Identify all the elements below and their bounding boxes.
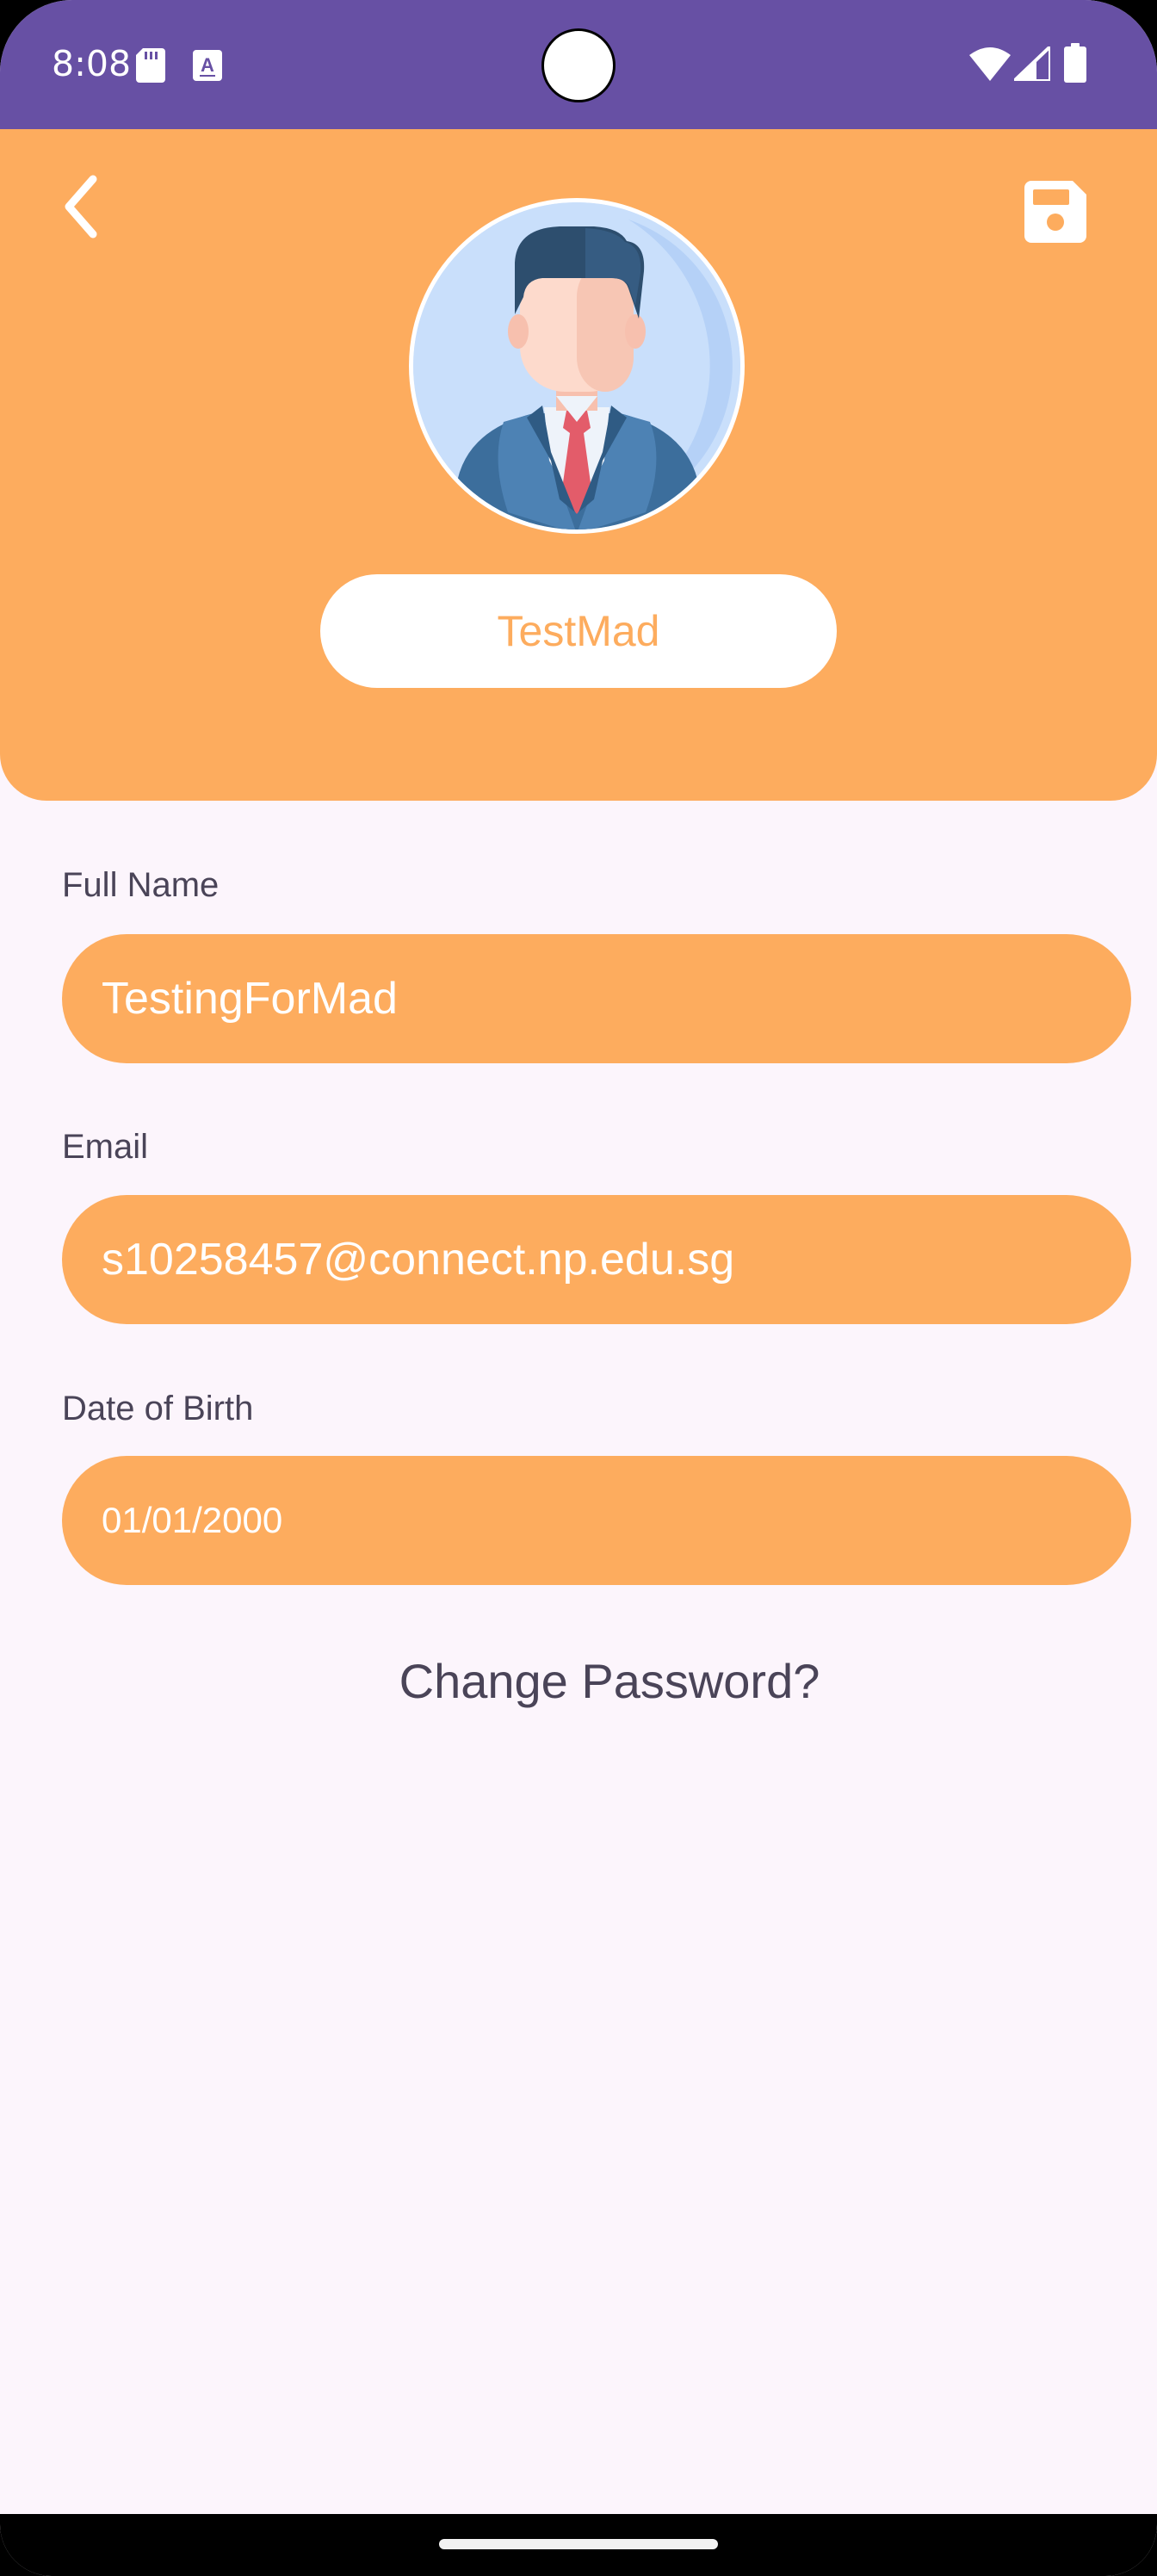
change-password-link[interactable]: Change Password? — [0, 1653, 1157, 1709]
save-button[interactable] — [1016, 172, 1095, 251]
username-text: TestMad — [497, 607, 660, 655]
chevron-left-icon — [65, 175, 97, 238]
sd-card-icon — [136, 48, 165, 83]
front-camera — [541, 28, 616, 102]
full-name-label: Full Name — [62, 866, 220, 904]
wifi-icon — [969, 47, 1011, 81]
back-button[interactable] — [45, 170, 117, 243]
avatar[interactable] — [409, 198, 745, 534]
keyboard-a-icon: A — [193, 50, 222, 81]
businessman-avatar-icon — [413, 202, 740, 529]
dob-value: 01/01/2000 — [102, 1500, 283, 1540]
dob-label: Date of Birth — [62, 1390, 254, 1427]
floppy-disk-icon — [1024, 181, 1086, 243]
profile-header: TestMad — [0, 129, 1157, 801]
email-field[interactable]: s10258457@connect.np.edu.sg — [62, 1195, 1131, 1324]
status-bar: 8:08 A — [0, 0, 1157, 129]
email-label: Email — [62, 1128, 149, 1166]
email-value: s10258457@connect.np.edu.sg — [102, 1235, 735, 1285]
username-field[interactable]: TestMad — [320, 574, 837, 688]
full-name-field[interactable]: TestingForMad — [62, 934, 1131, 1063]
signal-icon — [1014, 46, 1050, 81]
profile-edit-screen: 8:08 A TestMad Full Name TestingForMad E… — [0, 0, 1157, 2576]
dob-field[interactable]: 01/01/2000 — [62, 1456, 1131, 1585]
status-time: 8:08 — [52, 43, 132, 84]
battery-icon — [1064, 43, 1086, 83]
full-name-value: TestingForMad — [102, 974, 398, 1024]
home-gesture-handle[interactable] — [439, 2539, 718, 2549]
svg-text:A: A — [201, 54, 214, 76]
